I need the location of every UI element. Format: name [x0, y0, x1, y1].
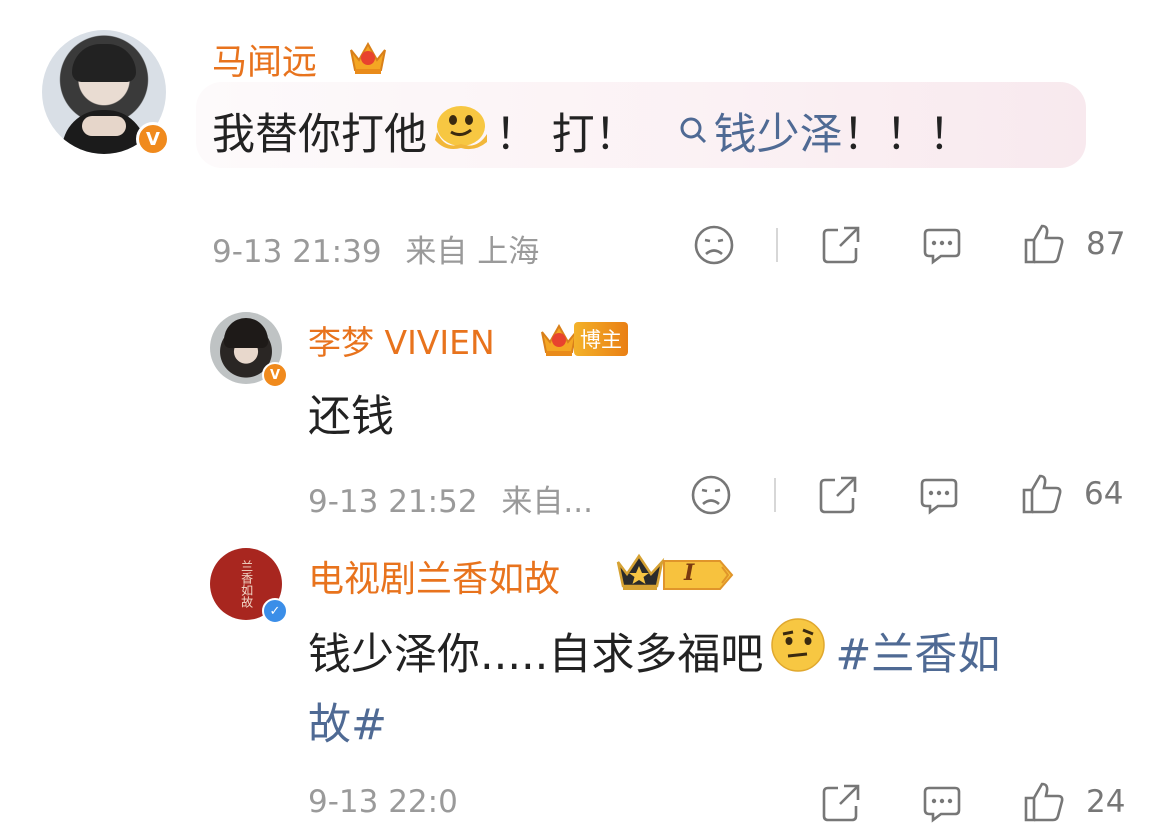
dislike-button[interactable]	[690, 474, 732, 516]
verified-badge-icon: V	[262, 362, 288, 388]
comment-item: V 马闻远 我替你打他 ！ 打！ 钱少泽 ！！！ 9-13 21:39 来自 上…	[0, 0, 1170, 290]
share-button[interactable]	[820, 224, 862, 266]
share-button[interactable]	[820, 782, 862, 824]
verified-badge-icon: V	[136, 122, 170, 156]
username[interactable]: 电视剧兰香如故	[308, 550, 560, 602]
comment-text: 钱少泽你.....自求多福吧 #兰香如	[308, 616, 1000, 685]
search-icon	[678, 106, 708, 156]
share-button[interactable]	[817, 474, 859, 516]
comment-button[interactable]	[921, 224, 963, 266]
comment-icon	[918, 474, 960, 516]
avatar-text: 兰香如故	[239, 560, 254, 608]
timestamp: 9-13 21:52	[308, 484, 478, 520]
like-button[interactable]: 87	[1022, 222, 1125, 266]
verified-badge-icon: ✓	[262, 598, 288, 624]
like-count: 24	[1086, 784, 1126, 820]
melting-emoji-icon	[431, 98, 491, 163]
search-link[interactable]: 钱少泽	[678, 100, 843, 162]
location: 来自 上海	[405, 234, 540, 270]
crown-icon	[347, 36, 389, 76]
share-icon	[820, 782, 862, 824]
search-link-text: 钱少泽	[713, 109, 843, 160]
sad-face-icon	[693, 224, 735, 266]
level-badge: I	[662, 558, 734, 596]
location: 来自...	[501, 484, 593, 520]
like-button[interactable]: 24	[1022, 780, 1125, 824]
hashtag-link[interactable]: #兰香如	[835, 620, 1000, 682]
like-button[interactable]: 64	[1020, 472, 1123, 516]
blogger-badge: 博主	[574, 322, 628, 356]
comment-item: 兰香如故 ✓ 电视剧兰香如故 I 钱少泽你.....自求多福吧 #兰香如 故# …	[0, 530, 1170, 839]
comment-item: V 李梦 VIVIEN 博主 还钱 9-13 21:52 来自... 64	[0, 290, 1170, 530]
username[interactable]: 李梦 VIVIEN	[308, 316, 495, 364]
comment-meta: 9-13 22:0	[308, 784, 458, 820]
thumbs-up-icon	[1022, 222, 1066, 266]
crown-icon	[614, 550, 666, 594]
like-count: 87	[1086, 226, 1126, 262]
timestamp: 9-13 22:0	[308, 784, 458, 820]
comment-text-part: ！！！	[842, 109, 972, 160]
comment-text-part: 钱少泽你.....自求多福吧	[308, 629, 764, 680]
comment-text-part: 我替你打他	[212, 109, 427, 160]
comment-meta: 9-13 21:39 来自 上海	[212, 226, 539, 271]
comment-icon	[921, 224, 963, 266]
level-badge-text: I	[684, 560, 695, 586]
comment-text: 还钱	[308, 392, 394, 442]
comment-text: 我替你打他 ！ 打！ 钱少泽 ！！！	[212, 98, 972, 163]
comment-button[interactable]	[921, 782, 963, 824]
avatar[interactable]: 兰香如故 ✓	[210, 548, 288, 624]
comment-meta: 9-13 21:52 来自...	[308, 476, 593, 521]
avatar[interactable]: V	[42, 30, 170, 156]
avatar[interactable]: V	[210, 312, 288, 388]
watermark-overlay	[462, 774, 762, 834]
raised-eyebrow-emoji-icon	[769, 616, 827, 685]
hashtag-link-continued[interactable]: 故#	[308, 690, 387, 752]
thumbs-up-icon	[1020, 472, 1064, 516]
divider	[774, 478, 776, 512]
share-icon	[820, 224, 862, 266]
comment-icon	[921, 782, 963, 824]
timestamp: 9-13 21:39	[212, 234, 382, 270]
sad-face-icon	[690, 474, 732, 516]
comment-text-part: ！ 打！	[495, 109, 638, 160]
username[interactable]: 马闻远	[212, 34, 317, 85]
share-icon	[817, 474, 859, 516]
thumbs-up-icon	[1022, 780, 1066, 824]
divider	[776, 228, 778, 262]
comment-button[interactable]	[918, 474, 960, 516]
like-count: 64	[1084, 476, 1124, 512]
dislike-button[interactable]	[693, 224, 735, 266]
